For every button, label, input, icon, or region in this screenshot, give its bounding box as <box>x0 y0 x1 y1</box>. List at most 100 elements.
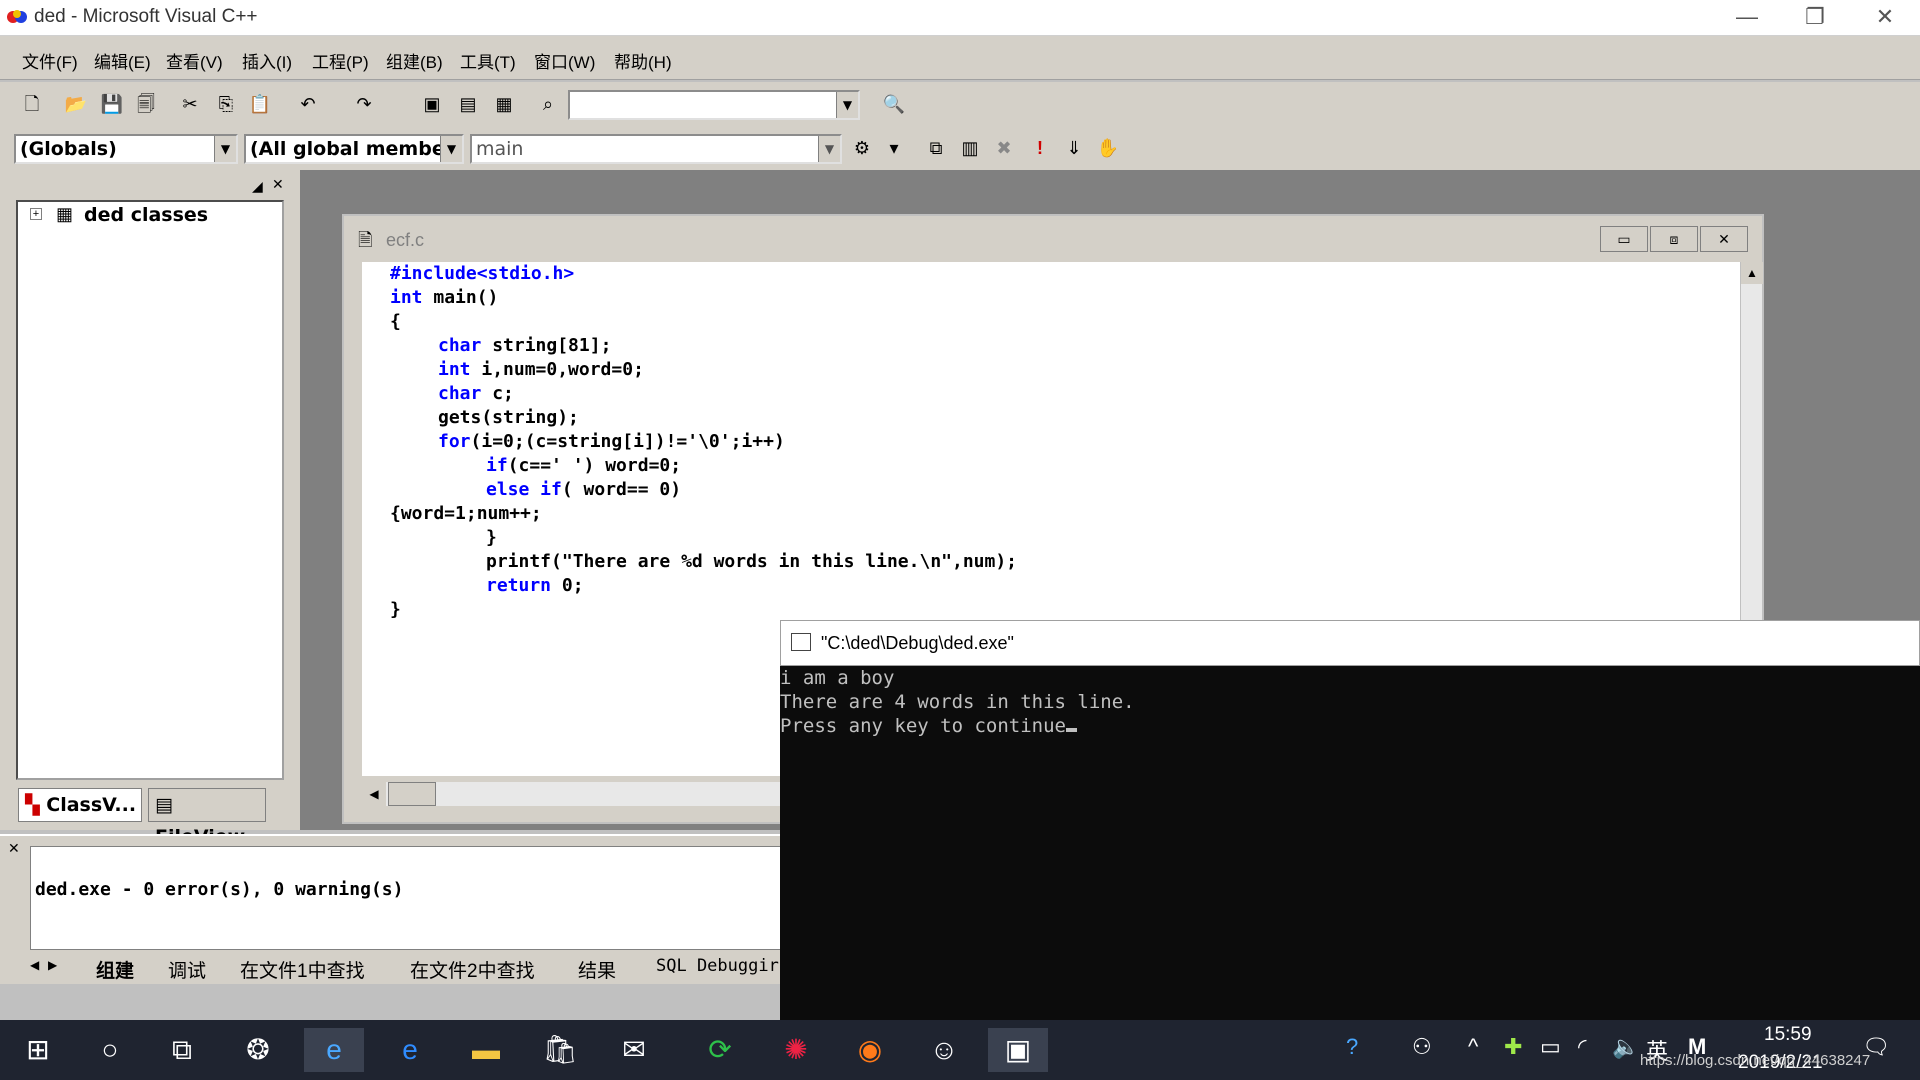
find-in-files-icon[interactable]: ⌕ <box>534 90 562 118</box>
filter-combo-value: (All global members <box>250 138 464 160</box>
task-view-icon[interactable]: ⧉ <box>152 1028 212 1072</box>
restore-button[interactable]: ❐ <box>1780 0 1850 34</box>
class-combo[interactable]: (Globals) ▼ <box>14 134 238 164</box>
tab-debug[interactable]: 调试 <box>168 956 206 983</box>
dock-icon[interactable]: ◢ <box>252 178 263 195</box>
menu-insert[interactable]: 插入(I) <box>242 48 292 73</box>
save-all-icon[interactable]: 🗐 <box>132 90 160 118</box>
tab-build[interactable]: 组建 <box>96 956 134 983</box>
menu-build[interactable]: 组建(B) <box>386 48 443 73</box>
search-circle-icon[interactable]: ○ <box>80 1028 140 1072</box>
tab-sql-debugging[interactable]: SQL Debuggir <box>656 956 779 976</box>
window-list-icon[interactable]: ▦ <box>490 90 518 118</box>
tab-find-in-files-2[interactable]: 在文件2中查找 <box>410 956 535 983</box>
visual-cpp-icon[interactable]: ✺ <box>766 1028 826 1072</box>
tab-classview[interactable]: ▚ ClassV... <box>18 788 142 822</box>
battery-icon[interactable]: ▭ <box>1540 1034 1561 1060</box>
close-button[interactable]: ✕ <box>1850 0 1920 34</box>
firefox-icon[interactable]: ◉ <box>840 1028 900 1072</box>
menu-window[interactable]: 窗口(W) <box>534 48 595 73</box>
people-icon[interactable]: ⚇ <box>1412 1034 1432 1060</box>
keyword: int <box>438 359 471 380</box>
go-icon[interactable]: ⇓ <box>1060 134 1088 162</box>
paste-icon[interactable]: 📋 <box>246 90 274 118</box>
editor-close-button[interactable]: ✕ <box>1700 226 1748 252</box>
avatar-app-icon[interactable]: ☺ <box>914 1028 974 1072</box>
tab-scroll-left-icon[interactable]: ◀ <box>30 958 39 972</box>
output-window-icon[interactable]: ▤ <box>454 90 482 118</box>
save-icon[interactable]: 💾 <box>98 90 126 118</box>
undo-icon[interactable]: ↶ <box>294 90 322 118</box>
notification-icon[interactable]: 🗨 <box>1862 1034 1890 1060</box>
start-windows-icon[interactable]: ⊞ <box>8 1028 68 1072</box>
output-text-area[interactable]: ded.exe - 0 error(s), 0 warning(s) <box>30 846 800 950</box>
execute-icon[interactable]: ! <box>1026 134 1054 162</box>
chevron-down-icon[interactable]: ▼ <box>440 136 462 162</box>
console-line: There are 4 words in this line. <box>780 691 1135 713</box>
ie-browser-icon[interactable]: e <box>304 1028 364 1072</box>
wifi-icon[interactable]: ◜ <box>1578 1034 1587 1060</box>
tab-fileview[interactable]: ▤ FileView <box>148 788 266 848</box>
console-text: Press any key to continue <box>780 715 1066 737</box>
stop-build-icon[interactable]: ✖ <box>990 134 1018 162</box>
chevron-down-icon[interactable]: ▾ <box>880 134 908 162</box>
mail-icon[interactable]: ✉ <box>604 1028 664 1072</box>
code-text: ( word== 0) <box>561 479 682 500</box>
app-swirl-icon[interactable]: ❂ <box>228 1028 288 1072</box>
build-icon[interactable]: ▥ <box>956 134 984 162</box>
code-text: c; <box>481 383 514 404</box>
console-task-icon[interactable]: ▣ <box>988 1028 1048 1072</box>
tab-results[interactable]: 结果 <box>578 956 616 983</box>
tab-find-in-files-1[interactable]: 在文件1中查找 <box>240 956 365 983</box>
filter-combo[interactable]: (All global members ▼ <box>244 134 464 164</box>
close-icon[interactable]: ✕ <box>272 176 284 193</box>
function-combo[interactable]: main ▼ <box>470 134 842 164</box>
breakpoint-hand-icon[interactable]: ✋ <box>1094 134 1122 162</box>
workspace-icon[interactable]: ▣ <box>418 90 446 118</box>
expand-icon[interactable]: + <box>30 208 42 220</box>
find-icon[interactable]: 🔍 <box>880 90 908 118</box>
code-line: printf("There are %d words in this line.… <box>486 551 1018 572</box>
close-icon[interactable]: ✕ <box>8 840 20 857</box>
scroll-left-icon[interactable]: ◀ <box>362 782 386 806</box>
tab-scroll-right-icon[interactable]: ▶ <box>48 958 57 972</box>
chevron-down-icon[interactable]: ▼ <box>818 136 840 162</box>
code-line: gets(string); <box>438 407 579 428</box>
chevron-down-icon[interactable]: ▼ <box>836 92 858 118</box>
chevron-down-icon[interactable]: ▼ <box>214 136 236 162</box>
wizard-actions-icon[interactable]: ⚙ <box>848 134 876 162</box>
code-line: else if( word== 0) <box>486 478 681 502</box>
editor-maximize-button[interactable]: ⧈ <box>1650 226 1698 252</box>
clock-time[interactable]: 15:59 <box>1764 1024 1812 1046</box>
scroll-up-icon[interactable]: ▲ <box>1741 262 1763 284</box>
menu-view[interactable]: 查看(V) <box>166 48 223 73</box>
help-icon[interactable]: ? <box>1346 1034 1358 1060</box>
menu-help[interactable]: 帮助(H) <box>614 48 672 73</box>
minimize-button[interactable]: — <box>1712 0 1782 34</box>
editor-minimize-button[interactable]: ▭ <box>1600 226 1648 252</box>
cut-icon[interactable]: ✂ <box>176 90 204 118</box>
scroll-thumb[interactable] <box>388 782 436 806</box>
edge-browser-icon[interactable]: e <box>380 1028 440 1072</box>
code-line: int i,num=0,word=0; <box>438 358 644 382</box>
console-title: "C:\ded\Debug\ded.exe" <box>821 633 1014 653</box>
browser-360-icon[interactable]: ⟳ <box>690 1028 750 1072</box>
store-icon[interactable]: 🛍 <box>530 1028 590 1072</box>
menu-tools[interactable]: 工具(T) <box>460 48 516 73</box>
copy-icon[interactable]: ⎘ <box>212 90 240 118</box>
tray-plus-icon[interactable]: ✚ <box>1504 1034 1522 1060</box>
file-explorer-icon[interactable]: ▬ <box>456 1028 516 1072</box>
volume-icon[interactable]: 🔈 <box>1612 1034 1639 1060</box>
redo-icon[interactable]: ↷ <box>350 90 378 118</box>
menu-project[interactable]: 工程(P) <box>312 48 369 73</box>
menu-edit[interactable]: 编辑(E) <box>94 48 151 73</box>
find-combo[interactable]: ▼ <box>568 90 860 120</box>
new-file-icon[interactable]: 🗋 <box>18 90 46 118</box>
compile-icon[interactable]: ⧉ <box>922 134 950 162</box>
title-bar: ded - Microsoft Visual C++ — ❐ ✕ <box>0 0 1920 36</box>
chevron-up-icon[interactable]: ^ <box>1468 1034 1478 1060</box>
open-folder-icon[interactable]: 📂 <box>62 90 90 118</box>
source-file-icon: 🗎 <box>358 230 373 250</box>
menu-file[interactable]: 文件(F) <box>22 48 78 73</box>
tree-root-label[interactable]: ded classes <box>84 204 208 226</box>
